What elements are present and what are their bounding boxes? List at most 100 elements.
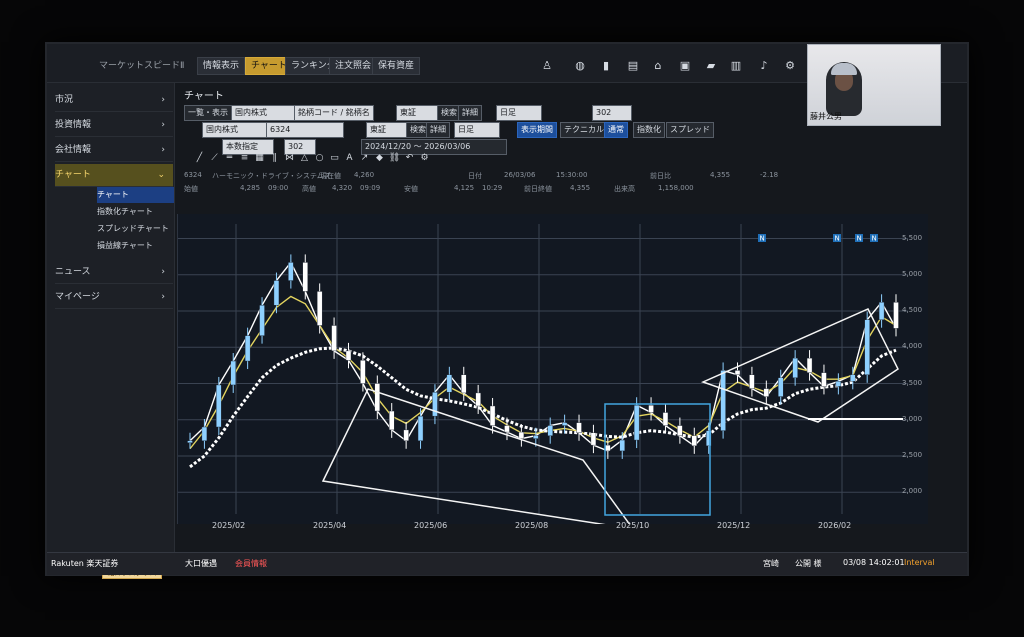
tab-assets[interactable]: 保有資産	[372, 57, 421, 75]
home-icon[interactable]: ⌂	[651, 59, 665, 73]
candle-body	[230, 360, 236, 386]
period-select[interactable]: 日足	[496, 105, 542, 121]
undo-icon[interactable]: ↶	[402, 153, 417, 163]
document-icon[interactable]: ▥	[729, 59, 743, 73]
date-value: 26/03/06	[504, 171, 536, 179]
circle-icon[interactable]: ○	[312, 153, 327, 163]
toolbar-row-2: 国内株式 6324 東証 検索 詳細 日足 表示期間 テクニカル 通常 指数化 …	[184, 122, 804, 138]
y-axis-tick-label: 2,000	[902, 487, 923, 496]
sidebar-item-company[interactable]: 会社情報 ›	[55, 139, 173, 162]
bell-icon[interactable]: ♪	[757, 59, 771, 73]
change-label: 前日比	[650, 172, 671, 180]
candle-body	[662, 412, 669, 426]
candle-body	[345, 350, 352, 361]
candle-body	[648, 405, 654, 413]
market-select-2[interactable]: 国内株式	[202, 122, 268, 138]
candle-body	[778, 377, 784, 397]
sidebar-item-news[interactable]: ニュース ›	[55, 261, 173, 284]
sidebar-item-market[interactable]: 市況 ›	[55, 89, 173, 112]
tab-orders[interactable]: 注文照会	[329, 57, 378, 75]
candle-body	[244, 335, 251, 362]
grid-icon[interactable]: ▦	[252, 153, 267, 163]
candle-body	[734, 370, 741, 375]
magnet-icon[interactable]: ◆	[372, 153, 387, 163]
arrow-icon[interactable]: ↗	[357, 153, 372, 163]
normal-button[interactable]: 通常	[604, 122, 628, 138]
line-icon[interactable]: ⟋	[207, 153, 222, 163]
link-icon[interactable]: ⛓	[387, 153, 402, 163]
prev-close-value: 4,355	[570, 184, 591, 192]
symbol-search-input[interactable]: 銘柄コード / 銘柄名	[294, 105, 374, 121]
candle-body	[763, 388, 770, 397]
chart-icon[interactable]: ▮	[599, 59, 613, 73]
sidebar-subitem-spread[interactable]: スプレッドチャート	[97, 221, 174, 237]
display-period-button[interactable]: 表示期間	[517, 122, 557, 138]
price-chart[interactable]: NNNN	[177, 214, 928, 524]
candle-body	[806, 357, 813, 373]
text-icon[interactable]: A	[342, 153, 357, 163]
hline-icon[interactable]: ═	[222, 153, 237, 163]
candle-body	[288, 262, 294, 281]
sidebar: 市況 › 投資情報 › 会社情報 › チャート ⌄ チャート 指数化チャート スプレッド…	[47, 83, 175, 579]
market-select[interactable]: 国内株式	[231, 105, 297, 121]
symbol-name: ハーモニック・ドライブ・システムズ	[212, 172, 331, 180]
candle-body	[446, 374, 453, 393]
y-axis-tick-label: 5,500	[902, 233, 923, 242]
technical-button[interactable]: テクニカル	[560, 122, 608, 138]
detail-button-2[interactable]: 詳細	[426, 122, 450, 138]
code-input[interactable]: 6324	[266, 122, 344, 138]
candle-body	[533, 435, 539, 439]
candle-body	[504, 425, 510, 433]
triangle-icon[interactable]: △	[297, 153, 312, 163]
candle-body	[619, 439, 625, 452]
change-price: 4,355	[710, 171, 731, 179]
detail-button[interactable]: 詳細	[458, 105, 482, 121]
message-icon[interactable]: ▰	[704, 59, 718, 73]
exchange-select-2[interactable]: 東証	[366, 122, 408, 138]
y-axis-tick-label: 3,500	[902, 378, 923, 387]
gear-icon[interactable]: ⚙	[783, 59, 797, 73]
brand-label: Rakuten 楽天証券	[51, 559, 119, 568]
sma_short-line	[189, 295, 897, 450]
candle-body	[720, 370, 726, 431]
candle-body	[605, 444, 611, 452]
count-input[interactable]: 302	[592, 105, 632, 121]
rect-icon[interactable]: ▭	[327, 153, 342, 163]
exchange-select[interactable]: 東証	[396, 105, 438, 121]
news-marker-label: N	[857, 235, 862, 243]
parallel-icon[interactable]: ∥	[267, 153, 282, 163]
person-icon[interactable]: ♙	[540, 59, 554, 73]
list-icon[interactable]: ▣	[678, 59, 692, 73]
index-button[interactable]: 指数化	[633, 122, 665, 138]
candle-body	[576, 422, 582, 433]
tab-info[interactable]: 情報表示	[197, 57, 246, 75]
interval-label[interactable]: Interval	[904, 558, 935, 567]
y-axis-tick-label: 4,500	[902, 306, 923, 314]
low-label: 安値	[404, 185, 418, 193]
candle-body	[850, 374, 856, 382]
candle-body	[590, 432, 597, 446]
candle-body	[691, 435, 697, 447]
change-pct: -2.18	[760, 171, 779, 179]
sidebar-subitem-chart[interactable]: チャート	[97, 187, 174, 203]
period-select-2[interactable]: 日足	[454, 122, 500, 138]
sidebar-item-mypage[interactable]: マイページ ›	[55, 286, 173, 309]
news-marker-label: N	[760, 235, 765, 243]
sidebar-item-chart[interactable]: チャート ⌄	[55, 164, 173, 187]
member-info-label[interactable]: 会員情報	[235, 558, 267, 569]
spread-button[interactable]: スプレッド	[666, 122, 714, 138]
high-time: 09:09	[360, 184, 381, 192]
sidebar-item-investment[interactable]: 投資情報 ›	[55, 114, 173, 137]
news-label[interactable]: 大口優遇	[185, 558, 217, 569]
channel-icon[interactable]: ≡	[237, 153, 252, 163]
book-icon[interactable]: ▤	[626, 59, 640, 73]
settings-icon[interactable]: ⚙	[417, 153, 432, 163]
sidebar-subitem-index[interactable]: 指数化チャート	[97, 204, 174, 220]
pen-icon[interactable]: ╱	[192, 153, 207, 163]
open-time: 09:00	[268, 184, 289, 192]
list-display-button[interactable]: 一覧・表示	[184, 105, 232, 121]
sidebar-subitem-pl[interactable]: 損益線チャート	[97, 238, 174, 254]
candle-body	[331, 325, 337, 352]
fib-icon[interactable]: ⋈	[282, 153, 297, 163]
globe-icon[interactable]: ◍	[573, 59, 587, 73]
